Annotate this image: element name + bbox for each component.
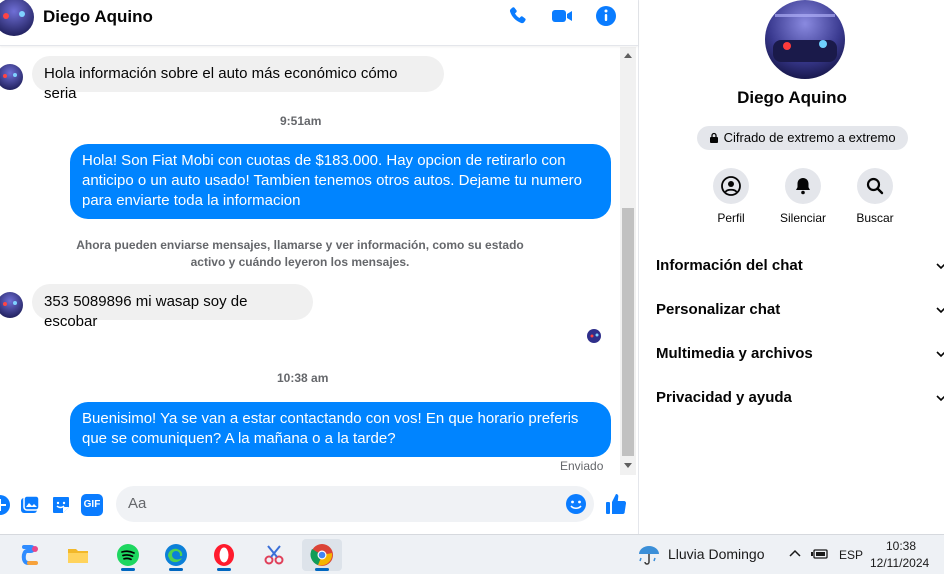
profile-action-label: Perfil	[717, 211, 745, 225]
chat-header: Diego Aquino	[0, 0, 638, 46]
message-bubble-incoming[interactable]: Hola información sobre el auto más econó…	[32, 56, 444, 102]
info-contact-name: Diego Aquino	[737, 88, 847, 107]
lock-icon	[710, 132, 718, 143]
language-indicator[interactable]: ESP	[839, 548, 863, 562]
chevron-up-icon[interactable]	[789, 548, 801, 558]
encryption-badge[interactable]: Cifrado de extremo a extremo	[697, 126, 908, 150]
section-chat-info[interactable]: Información del chat	[656, 257, 944, 274]
screen: Diego Aquino Hola información sobre el a…	[0, 0, 944, 574]
chevron-down-icon	[936, 395, 944, 402]
taskbar: Lluvia Domingo ESP 10:38 12/11/2024	[0, 534, 944, 574]
contact-avatar[interactable]	[0, 0, 34, 36]
search-icon[interactable]	[857, 168, 893, 204]
contact-profile-photo[interactable]	[765, 0, 845, 79]
copilot-icon	[21, 545, 38, 565]
message-timestamp: 9:51am	[280, 114, 322, 128]
taskbar-chrome[interactable]	[302, 539, 342, 571]
message-bubble-incoming[interactable]: 353 5089896 mi wasap soy de escobar	[32, 284, 313, 330]
clock-time[interactable]: 10:38	[886, 539, 916, 553]
contact-avatar-small	[0, 292, 23, 318]
snipping-tool-icon	[264, 545, 284, 565]
message-input-placeholder: Aa	[128, 495, 147, 512]
section-label: Multimedia y archivos	[656, 345, 813, 362]
taskbar-edge[interactable]	[156, 539, 196, 571]
folder-icon	[68, 549, 88, 563]
profile-action[interactable]: Perfil	[695, 168, 767, 225]
message-scrollbar[interactable]	[620, 47, 636, 475]
scroll-thumb[interactable]	[622, 208, 634, 456]
section-label: Información del chat	[656, 257, 803, 274]
rain-umbrella-icon[interactable]	[636, 542, 662, 568]
taskbar-file-explorer[interactable]	[58, 539, 98, 571]
mute-action-label: Silenciar	[779, 211, 827, 225]
message-bubble-outgoing[interactable]: Hola! Son Fiat Mobi con cuotas de $183.0…	[70, 144, 611, 219]
system-notice: Ahora pueden enviarse mensajes, llamarse…	[76, 238, 524, 269]
section-privacy-help[interactable]: Privacidad y ayuda	[656, 389, 944, 406]
chevron-down-icon	[936, 351, 944, 358]
contact-name[interactable]: Diego Aquino	[43, 7, 153, 27]
search-action[interactable]: Buscar	[839, 168, 911, 225]
message-timestamp: 10:38 am	[277, 371, 329, 385]
add-icon[interactable]	[0, 494, 11, 516]
opera-icon	[214, 544, 234, 566]
encryption-label: Cifrado de extremo a extremo	[723, 130, 896, 145]
emoji-icon[interactable]	[565, 493, 587, 515]
section-media-files[interactable]: Multimedia y archivos	[656, 345, 944, 362]
running-indicator	[315, 568, 329, 571]
read-receipt-avatar	[587, 329, 601, 343]
contact-avatar-small	[0, 64, 23, 90]
taskbar-copilot[interactable]	[10, 539, 50, 571]
sticker-icon[interactable]	[50, 494, 72, 516]
section-customize-chat[interactable]: Personalizar chat	[656, 301, 944, 318]
phone-icon[interactable]	[506, 4, 530, 28]
taskbar-opera[interactable]	[204, 539, 244, 571]
chevron-down-icon	[936, 263, 944, 270]
sent-status: Enviado	[560, 459, 604, 473]
gif-button[interactable]: GIF	[81, 494, 103, 516]
weather-label[interactable]: Lluvia Domingo	[668, 546, 765, 562]
chrome-icon	[310, 544, 333, 566]
like-icon[interactable]	[604, 492, 628, 516]
taskbar-snipping-tool[interactable]	[254, 539, 294, 571]
spotify-icon	[117, 544, 139, 566]
running-indicator	[121, 568, 135, 571]
message-input[interactable]: Aa	[116, 486, 594, 522]
section-label: Privacidad y ayuda	[656, 389, 792, 406]
video-call-icon[interactable]	[550, 4, 574, 28]
running-indicator	[217, 568, 231, 571]
chat-panel: Diego Aquino Hola información sobre el a…	[0, 0, 638, 534]
message-bubble-outgoing[interactable]: Buenisimo! Ya se van a estar contactando…	[70, 402, 611, 457]
message-list: Hola información sobre el auto más econó…	[0, 47, 620, 475]
info-icon[interactable]	[594, 4, 618, 28]
chat-info-panel: Diego Aquino Cifrado de extremo a extrem…	[638, 0, 944, 534]
scroll-down-arrow[interactable]	[624, 463, 632, 468]
composer: GIF Aa	[0, 484, 638, 528]
mute-action[interactable]: Silenciar	[767, 168, 839, 225]
edge-icon	[165, 544, 187, 566]
scroll-up-arrow[interactable]	[624, 53, 632, 58]
running-indicator	[169, 568, 183, 571]
search-action-label: Buscar	[856, 211, 894, 225]
chevron-down-icon	[936, 307, 944, 314]
section-label: Personalizar chat	[656, 301, 781, 318]
clock-date[interactable]: 12/11/2024	[870, 556, 929, 570]
profile-icon[interactable]	[713, 168, 749, 204]
bell-icon[interactable]	[785, 168, 821, 204]
taskbar-spotify[interactable]	[108, 539, 148, 571]
battery-icon[interactable]	[811, 547, 829, 561]
image-icon[interactable]	[19, 494, 41, 516]
